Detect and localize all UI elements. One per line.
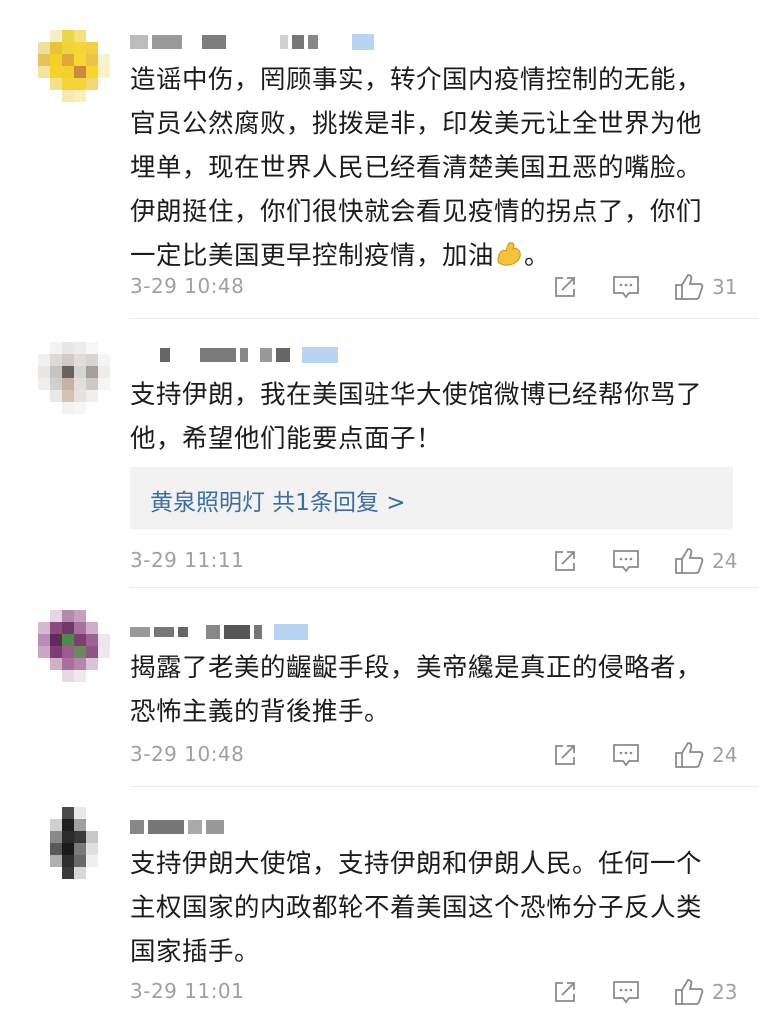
comment-time: 3-29 11:01 [130, 979, 245, 1003]
user-badge [274, 624, 308, 640]
flexed-biceps-emoji [494, 239, 524, 269]
share-icon [555, 745, 575, 765]
like-count: 24 [712, 549, 738, 573]
like-count: 24 [712, 743, 738, 767]
thumbs-up-icon [675, 548, 704, 574]
avatar[interactable] [38, 610, 110, 682]
action-bar: 31 [552, 272, 740, 302]
comment-text: 支持伊朗，我在美国驻华大使馆微博已经帮你骂了 他，希望他们能要点面子！ [130, 380, 703, 454]
comment-item: 支持伊朗大使馆，支持伊朗和伊朗人民。任何一个 主权国家的内政都轮不着美国这个恐怖… [0, 787, 759, 1013]
comment-meta: 3-29 10:48 31 [130, 272, 740, 302]
share-button[interactable] [552, 274, 578, 300]
user-badge [302, 347, 338, 363]
comment-meta: 3-29 11:01 23 [130, 977, 740, 1007]
comment-item: 揭露了老美的齷齪手段，美帝纔是真正的侵略者， 恐怖主義的背後推手。 3-29 1… [0, 588, 759, 786]
avatar[interactable] [38, 30, 110, 102]
comment-meta: 3-29 11:11 24 [130, 546, 740, 576]
username[interactable] [130, 624, 308, 640]
action-bar: 24 [552, 740, 740, 770]
comment-item: 造谣中伤，罔顾事实，转介国内疫情控制的无能， 官员公然腐败，挑拨是非，印发美元让… [0, 0, 759, 318]
like-count: 31 [712, 275, 738, 299]
user-badge [352, 34, 374, 50]
share-icon [555, 982, 575, 1002]
action-bar: 23 [552, 977, 740, 1007]
comment-button[interactable] [612, 742, 640, 768]
share-button[interactable] [552, 548, 578, 574]
like-button[interactable]: 24 [674, 741, 740, 769]
like-button[interactable]: 23 [674, 978, 740, 1006]
like-button[interactable]: 31 [674, 273, 740, 301]
thumbs-up-icon [675, 979, 704, 1005]
like-count: 23 [712, 980, 738, 1004]
comment-button[interactable] [612, 548, 640, 574]
comment-text: 支持伊朗大使馆，支持伊朗和伊朗人民。任何一个 主权国家的内政都轮不着美国这个恐怖… [130, 849, 703, 967]
comment-time: 3-29 10:48 [130, 742, 245, 766]
share-button[interactable] [552, 742, 578, 768]
comment-meta: 3-29 10:48 24 [130, 740, 740, 770]
comment-item: 支持伊朗，我在美国驻华大使馆微博已经帮你骂了 他，希望他们能要点面子！ 黄泉照明… [0, 319, 759, 587]
share-icon [555, 277, 575, 297]
comment-text: 造谣中伤，罔顾事实，转介国内疫情控制的无能， 官员公然腐败，挑拨是非，印发美元让… [130, 65, 703, 271]
share-icon [555, 551, 575, 571]
thumbs-up-icon [675, 274, 704, 300]
comment-button[interactable] [612, 979, 640, 1005]
username[interactable] [130, 347, 338, 363]
comment-time: 3-29 10:48 [130, 274, 245, 298]
username[interactable] [130, 819, 224, 835]
avatar[interactable] [38, 342, 110, 414]
thumbs-up-icon [675, 742, 704, 768]
comment-icon [613, 550, 639, 573]
comment-button[interactable] [612, 274, 640, 300]
comment-icon [613, 744, 639, 767]
reply-link[interactable]: 黄泉照明灯 共1条回复 > [150, 483, 406, 517]
action-bar: 24 [552, 546, 740, 576]
reply-summary[interactable]: 黄泉照明灯 共1条回复 > [130, 467, 733, 529]
share-button[interactable] [552, 979, 578, 1005]
comment-time: 3-29 11:11 [130, 548, 245, 572]
avatar[interactable] [38, 807, 110, 879]
username[interactable] [130, 34, 374, 50]
comment-icon [613, 276, 639, 299]
comment-icon [613, 981, 639, 1004]
like-button[interactable]: 24 [674, 547, 740, 575]
comment-text: 揭露了老美的齷齪手段，美帝纔是真正的侵略者， 恐怖主義的背後推手。 [130, 653, 703, 727]
